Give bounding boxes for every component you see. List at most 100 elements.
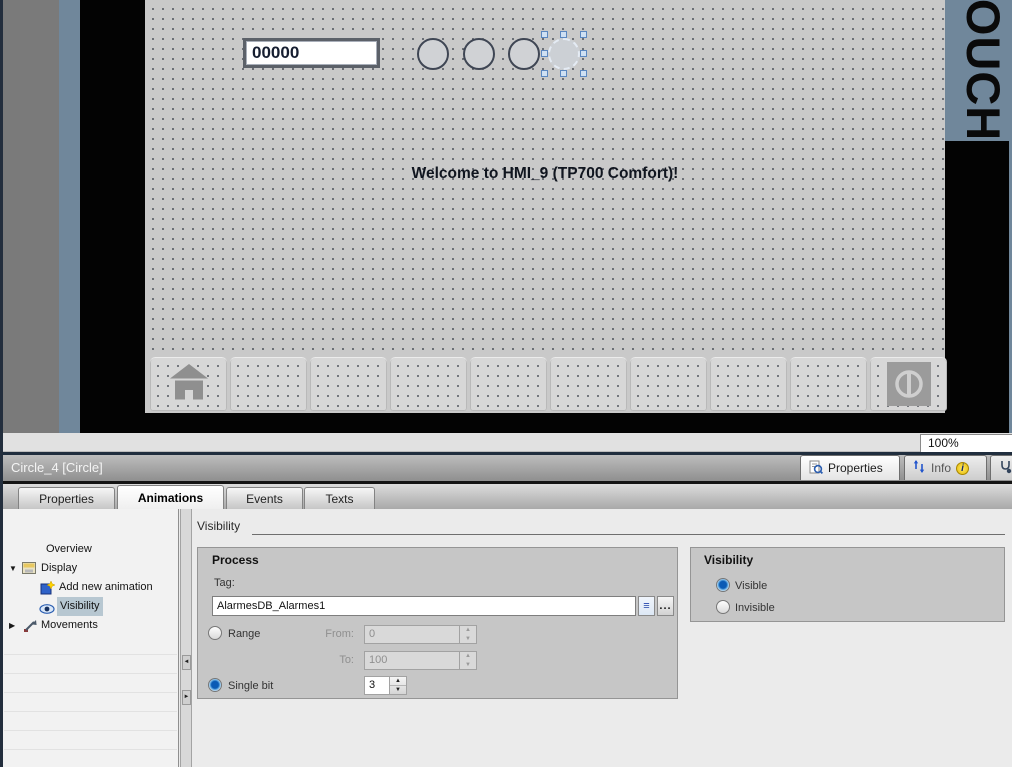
info-badge-icon: i — [956, 462, 969, 475]
spinner-up-icon[interactable]: ▲ — [390, 677, 406, 686]
hmi-button-6[interactable] — [550, 357, 627, 411]
from-spinner[interactable]: 0 ▲ ▼ — [364, 625, 477, 644]
tab-info-pane-label: Info — [931, 461, 951, 475]
hmi-button-3[interactable] — [310, 357, 387, 411]
spinner-down-icon[interactable]: ▼ — [390, 686, 406, 694]
tab-properties-label: Properties — [39, 492, 94, 506]
to-spinner-arrows[interactable]: ▲ ▼ — [459, 652, 476, 669]
tab-events-label: Events — [246, 492, 283, 506]
tab-texts[interactable]: Texts — [304, 487, 375, 509]
tab-info-pane[interactable]: Info i — [904, 455, 987, 480]
single-bit-spinner-arrows[interactable]: ▲ ▼ — [389, 677, 406, 694]
tree-row-separator — [4, 673, 177, 674]
tag-input[interactable] — [212, 596, 636, 616]
hmi-home-button[interactable] — [150, 357, 227, 411]
tab-animations[interactable]: Animations — [117, 485, 224, 509]
selection-handle[interactable] — [580, 50, 587, 57]
range-radio[interactable] — [208, 626, 222, 640]
section-title-rule — [252, 534, 1005, 535]
spinner-up-icon[interactable]: ▲ — [460, 626, 476, 635]
tree-row-separator — [4, 711, 177, 712]
circle-3[interactable] — [508, 38, 540, 70]
chevron-expanded-icon[interactable]: ▼ — [9, 559, 17, 578]
tab-properties-pane[interactable]: Properties — [800, 455, 900, 480]
diagnostics-icon — [999, 460, 1012, 477]
hmi-button-9[interactable] — [790, 357, 867, 411]
to-value: 100 — [365, 652, 459, 669]
hmi-button-7[interactable] — [630, 357, 707, 411]
tree-item-movements-label: Movements — [41, 616, 98, 635]
visibility-group-title: Visibility — [704, 553, 753, 567]
selection-handle[interactable] — [541, 31, 548, 38]
movements-icon — [23, 619, 38, 640]
tree-row-separator — [4, 692, 177, 693]
selection-handle[interactable] — [541, 70, 548, 77]
visibility-group: Visibility Visible Invisible — [690, 547, 1005, 622]
range-label: Range — [228, 628, 260, 640]
info-arrows-icon — [913, 460, 926, 476]
tab-events[interactable]: Events — [226, 487, 303, 509]
device-frame-left — [59, 0, 80, 433]
tree-item-overview[interactable]: Overview — [3, 540, 178, 559]
zoom-level-field[interactable]: 100% — [920, 434, 1012, 453]
editor-margin-column — [3, 0, 59, 433]
inspector-tabstrip: Properties Animations Events Texts — [3, 484, 1012, 509]
invisible-radio[interactable] — [716, 600, 730, 614]
tag-browse-button[interactable]: ... — [657, 596, 674, 616]
spinner-up-icon[interactable]: ▲ — [460, 652, 476, 661]
tab-properties-pane-label: Properties — [828, 461, 883, 475]
chevron-collapsed-icon[interactable]: ▶ — [9, 616, 15, 635]
hmi-button-5[interactable] — [470, 357, 547, 411]
tab-texts-label: Texts — [325, 492, 353, 506]
selection-handle[interactable] — [560, 31, 567, 38]
inspector-titlebar: Circle_4 [Circle] Properties — [3, 455, 1012, 481]
device-bezel-right — [945, 141, 1012, 413]
tree-item-movements[interactable]: ▶ Movements — [3, 616, 178, 635]
screen-canvas[interactable]: 00000 Welcome to HMI_9 (TP700 Comfort)! — [145, 0, 945, 413]
tab-animations-label: Animations — [138, 491, 203, 505]
spinner-down-icon[interactable]: ▼ — [460, 661, 476, 670]
section-title: Visibility — [197, 519, 240, 533]
canvas-scroll-strip — [3, 433, 1012, 452]
from-spinner-arrows[interactable]: ▲ ▼ — [459, 626, 476, 643]
selection-handle[interactable] — [541, 50, 548, 57]
spinner-down-icon[interactable]: ▼ — [460, 635, 476, 644]
tab-diagnostics-pane-partial[interactable] — [990, 455, 1012, 480]
tia-portal-hmi-editor: TOUCH 00000 Welcome to HMI_9 (TP700 Comf… — [0, 0, 1012, 767]
tree-item-visibility[interactable]: Visibility — [3, 597, 178, 616]
tag-label: Tag: — [214, 577, 235, 589]
tree-splitter[interactable]: ◄ ► — [180, 509, 192, 767]
splitter-expand-right-button[interactable]: ► — [182, 690, 191, 705]
selection-handle[interactable] — [580, 31, 587, 38]
circle-2[interactable] — [463, 38, 495, 70]
hmi-power-button[interactable] — [870, 357, 947, 411]
tree-item-overview-label: Overview — [46, 540, 92, 559]
visible-radio[interactable] — [716, 578, 730, 592]
welcome-text: Welcome to HMI_9 (TP700 Comfort)! — [145, 165, 945, 183]
tree-item-visibility-label: Visibility — [57, 597, 103, 616]
selection-handle[interactable] — [560, 70, 567, 77]
single-bit-value: 3 — [365, 677, 389, 694]
tag-list-button[interactable]: ≡ — [638, 596, 655, 616]
to-spinner[interactable]: 100 ▲ ▼ — [364, 651, 477, 670]
hmi-function-button-bar — [150, 357, 947, 411]
to-label: To: — [302, 654, 354, 666]
hmi-button-8[interactable] — [710, 357, 787, 411]
hmi-button-2[interactable] — [230, 357, 307, 411]
single-bit-radio[interactable] — [208, 678, 222, 692]
selection-handle[interactable] — [580, 70, 587, 77]
hmi-button-4[interactable] — [390, 357, 467, 411]
tree-item-display-label: Display — [41, 559, 77, 578]
home-icon — [168, 362, 210, 407]
tab-properties[interactable]: Properties — [18, 487, 115, 509]
tree-item-display[interactable]: ▼ Display — [3, 559, 178, 578]
single-bit-spinner[interactable]: 3 ▲ ▼ — [364, 676, 407, 695]
io-field[interactable]: 00000 — [243, 38, 380, 68]
device-touch-label: TOUCH — [960, 0, 1007, 141]
power-icon — [887, 362, 931, 406]
circle-1[interactable] — [417, 38, 449, 70]
process-group: Process Tag: ≡ ... Range From: 0 ▲ ▼ To:… — [197, 547, 678, 699]
tree-item-add-new-animation[interactable]: Add new animation — [3, 578, 178, 597]
splitter-collapse-left-button[interactable]: ◄ — [182, 655, 191, 670]
single-bit-label: Single bit — [228, 680, 273, 692]
